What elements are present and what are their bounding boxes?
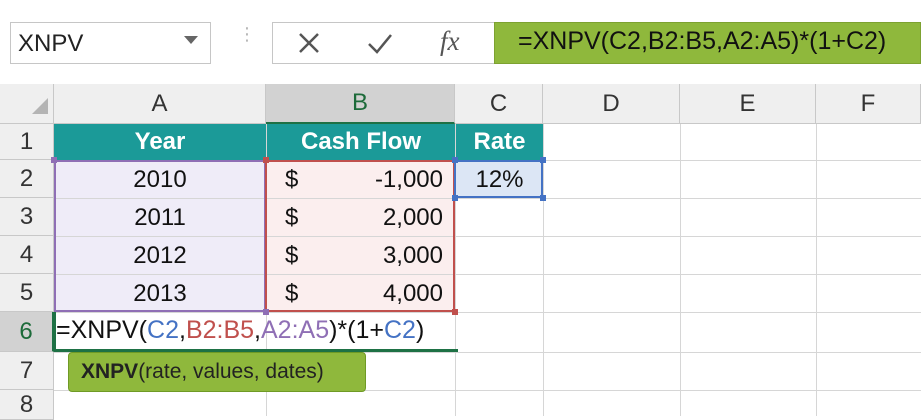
formula-part: , — [178, 316, 186, 344]
chevron-down-icon[interactable] — [184, 36, 198, 44]
range-highlight-a2-a5 — [54, 160, 266, 312]
row-header-7[interactable]: 7 — [0, 352, 54, 390]
name-box-value: XNPV — [18, 30, 84, 57]
row-header-6[interactable]: 6 — [0, 312, 54, 352]
column-header-a[interactable]: A — [54, 84, 266, 124]
formula-ref-c2: C2 — [147, 316, 179, 344]
grid-line — [816, 124, 817, 416]
column-header-b[interactable]: B — [266, 84, 455, 124]
range-handle[interactable] — [263, 157, 269, 163]
formula-text: =XNPV(C2,B2:B5,A2:A5)*(1+C2) — [518, 27, 887, 55]
fx-icon[interactable]: fx — [440, 26, 460, 57]
formula-part: )*(1+ — [329, 316, 384, 344]
row-header-3[interactable]: 3 — [0, 198, 54, 236]
range-highlight-c2 — [454, 160, 543, 198]
check-icon[interactable] — [366, 30, 394, 61]
x-icon[interactable] — [296, 30, 322, 61]
row-header-1[interactable]: 1 — [0, 124, 54, 160]
range-handle[interactable] — [540, 157, 546, 163]
column-header-f[interactable]: F — [816, 84, 921, 124]
range-handle[interactable] — [51, 157, 57, 163]
cell-a1[interactable]: Year — [54, 124, 266, 160]
cell-c1[interactable]: Rate — [456, 124, 543, 160]
cell-a6-formula[interactable]: =XNPV(C2,B2:B5,A2:A5)*(1+C2) — [56, 316, 424, 345]
row-header-4[interactable]: 4 — [0, 236, 54, 274]
tooltip-args: (rate, values, dates) — [138, 360, 324, 383]
row-header-2[interactable]: 2 — [0, 160, 54, 198]
row-header-5[interactable]: 5 — [0, 274, 54, 312]
grid-line — [680, 124, 681, 416]
select-all-icon — [32, 98, 48, 114]
column-header-d[interactable]: D — [543, 84, 680, 124]
formula-ref-c2: C2 — [384, 316, 416, 344]
formula-part: , — [254, 316, 261, 344]
formula-ref-a2-a5: A2:A5 — [261, 316, 330, 344]
range-handle[interactable] — [452, 157, 458, 163]
range-handle[interactable] — [540, 195, 546, 201]
column-header-c[interactable]: C — [455, 84, 543, 124]
function-tooltip[interactable]: XNPV (rate, values, dates) — [68, 352, 366, 392]
range-handle[interactable] — [452, 195, 458, 201]
grid-line — [543, 124, 544, 416]
range-highlight-b2-b5 — [265, 160, 455, 312]
cell-b1[interactable]: Cash Flow — [267, 124, 455, 160]
formula-ref-b2-b5: B2:B5 — [185, 316, 255, 344]
column-header-e[interactable]: E — [680, 84, 816, 124]
tooltip-function-name[interactable]: XNPV — [81, 360, 138, 384]
formula-part: =XNPV( — [56, 316, 148, 344]
formula-part: ) — [415, 316, 425, 344]
grip-icon[interactable]: ⋮ — [238, 25, 256, 43]
